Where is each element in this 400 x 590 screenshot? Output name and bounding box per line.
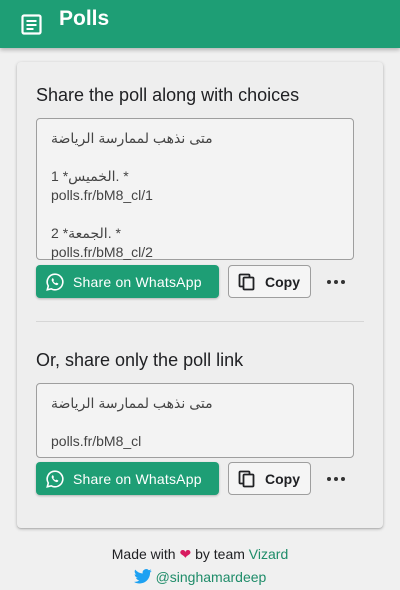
twitter-icon	[133, 569, 152, 587]
choice-1-text: الخميس*	[62, 168, 116, 184]
copy-link-button[interactable]: Copy	[228, 462, 311, 495]
copy-icon	[238, 273, 256, 291]
copy-label: Copy	[265, 273, 300, 290]
poll-link: polls.fr/bM8_cl	[51, 433, 142, 449]
copy-icon	[238, 470, 256, 488]
poll-question: متى نذهب لممارسة الرياضة	[51, 395, 213, 411]
whatsapp-icon	[46, 469, 64, 488]
more-options-button[interactable]	[323, 462, 349, 495]
poll-with-choices-textbox[interactable]: متى نذهب لممارسة الرياضة الخميس* 1. * po…	[36, 118, 354, 260]
choice-2-line: الجمعة* 2. *	[51, 224, 339, 243]
more-dot-icon	[327, 476, 331, 481]
copy-choices-button[interactable]: Copy	[228, 265, 311, 298]
choice-2-text: الجمعة*	[62, 225, 108, 241]
choice-1-link: polls.fr/bM8_cl/1	[51, 187, 153, 203]
more-dot-icon	[341, 476, 345, 481]
heart-icon: ❤	[179, 546, 192, 562]
poll-question: متى نذهب لممارسة الرياضة	[51, 130, 213, 146]
share-choices-whatsapp-button[interactable]: Share on WhatsApp	[36, 265, 219, 298]
share-card: Share the poll along with choices متى نذ…	[17, 62, 383, 528]
share-link-heading: Or, share only the poll link	[36, 350, 244, 370]
section-divider	[36, 321, 364, 322]
by-team-text: by team	[195, 546, 245, 562]
made-with-text: Made with	[111, 546, 176, 562]
poll-document-icon	[21, 13, 42, 35]
app-bar: Polls	[0, 0, 400, 48]
twitter-handle-link[interactable]: @singhamardeep	[156, 569, 267, 585]
share-link-whatsapp-button[interactable]: Share on WhatsApp	[36, 462, 219, 495]
footer-credit: Made with ❤ by team Vizard	[0, 546, 400, 563]
choice-2-link: polls.fr/bM8_cl/2	[51, 244, 153, 260]
share-whatsapp-label: Share on WhatsApp	[73, 470, 202, 487]
footer-handle: @singhamardeep	[0, 569, 400, 587]
poll-link-textbox[interactable]: متى نذهب لممارسة الرياضة polls.fr/bM8_cl	[36, 383, 354, 458]
whatsapp-icon	[46, 272, 64, 291]
more-dot-icon	[327, 279, 331, 284]
more-dot-icon	[334, 279, 338, 284]
app-title: Polls	[59, 7, 110, 30]
share-whatsapp-label: Share on WhatsApp	[73, 273, 202, 290]
more-dot-icon	[341, 279, 345, 284]
copy-label: Copy	[265, 470, 300, 487]
more-options-button[interactable]	[323, 265, 349, 298]
more-dot-icon	[334, 476, 338, 481]
choice-1-line: الخميس* 1. *	[51, 167, 339, 186]
team-link[interactable]: Vizard	[249, 546, 288, 562]
share-with-choices-heading: Share the poll along with choices	[36, 85, 300, 105]
